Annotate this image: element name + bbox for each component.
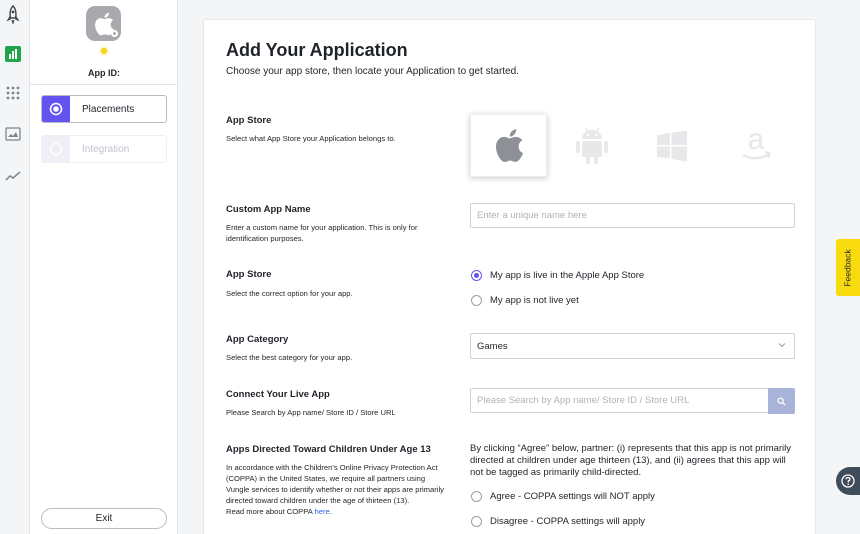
store-option-android[interactable] <box>553 114 630 177</box>
custom-name-label: Custom App Name <box>226 204 311 215</box>
feedback-label: Feedback <box>843 248 853 287</box>
add-application-card: Add Your Application Choose your app sto… <box>203 19 816 534</box>
feedback-tab[interactable]: Feedback <box>836 239 860 296</box>
radio-coppa-agree[interactable]: Agree - COPPA settings will NOT apply <box>471 491 655 502</box>
windows-icon <box>656 130 687 161</box>
step-label: Integration <box>82 143 130 155</box>
app-search-input[interactable] <box>470 388 769 413</box>
store-option-apple[interactable] <box>470 114 547 177</box>
radio-label: Disagree - COPPA settings will apply <box>490 516 646 527</box>
selected-category: Games <box>477 340 508 352</box>
coppa-desc: In accordance with the Children's Online… <box>226 463 444 505</box>
svg-text:a: a <box>747 127 764 156</box>
app-icon <box>86 6 121 41</box>
help-icon <box>841 474 855 488</box>
coppa-desc-block: In accordance with the Children's Online… <box>226 462 448 517</box>
coppa-link-suffix: . <box>329 507 332 516</box>
android-icon <box>575 126 608 164</box>
radio-label: My app is live in the Apple App Store <box>490 270 645 281</box>
rocket-icon[interactable] <box>5 5 21 25</box>
radio-label: My app is not live yet <box>490 295 579 306</box>
grid-icon[interactable] <box>5 85 21 101</box>
radio-label: Agree - COPPA settings will NOT apply <box>490 491 655 502</box>
store-option-amazon[interactable]: a <box>717 114 794 177</box>
radio-target-icon <box>49 102 63 116</box>
app-store-status-label: App Store <box>226 269 272 280</box>
exit-button[interactable]: Exit <box>41 508 167 529</box>
connect-desc: Please Search by App name/ Store ID / St… <box>226 408 396 417</box>
radio-button[interactable] <box>471 516 482 527</box>
amazon-icon: a <box>741 127 771 159</box>
image-icon[interactable] <box>5 126 21 142</box>
custom-name-desc: Enter a custom name for your application… <box>226 223 418 243</box>
coppa-statement: By clicking “Agree” below, partner: (i) … <box>470 443 792 478</box>
bar-chart-icon[interactable] <box>5 46 21 62</box>
radio-not-live[interactable]: My app is not live yet <box>471 295 579 306</box>
step-label: Placements <box>82 103 135 115</box>
coppa-link[interactable]: here <box>315 507 330 516</box>
app-store-label: App Store <box>226 115 272 126</box>
app-id-label: App ID: <box>88 68 120 78</box>
status-indicator <box>101 48 107 54</box>
radio-button[interactable] <box>471 270 482 281</box>
page-subtitle: Choose your app store, then locate your … <box>226 66 519 77</box>
chevron-down-icon <box>778 343 786 348</box>
circle-icon <box>49 142 63 156</box>
app-category-label: App Category <box>226 334 289 345</box>
trend-icon[interactable] <box>5 168 21 184</box>
setup-panel: App ID: Placements Integration Exit <box>30 0 178 534</box>
search-button[interactable] <box>768 388 795 414</box>
apple-icon <box>495 129 523 163</box>
app-store-desc: Select what App Store your Application b… <box>226 134 396 143</box>
step-placements[interactable]: Placements <box>41 95 167 123</box>
coppa-label: Apps Directed Toward Children Under Age … <box>226 444 431 455</box>
radio-coppa-disagree[interactable]: Disagree - COPPA settings will apply <box>471 516 645 527</box>
radio-button[interactable] <box>471 295 482 306</box>
gear-icon <box>110 29 119 38</box>
icon-rail <box>0 0 30 534</box>
search-icon <box>777 396 786 406</box>
app-category-select[interactable]: Games <box>470 333 795 359</box>
help-button[interactable] <box>836 467 860 495</box>
coppa-read-more: Read more about COPPA <box>226 507 315 516</box>
step-indicator <box>42 136 70 162</box>
radio-button[interactable] <box>471 491 482 502</box>
radio-live-in-store[interactable]: My app is live in the Apple App Store <box>471 270 644 281</box>
connect-label: Connect Your Live App <box>226 389 330 400</box>
custom-name-input[interactable] <box>470 203 795 228</box>
app-category-desc: Select the best category for your app. <box>226 353 353 362</box>
step-integration: Integration <box>41 135 167 163</box>
store-option-windows[interactable] <box>633 114 710 177</box>
app-store-status-desc: Select the correct option for your app. <box>226 289 353 298</box>
divider <box>30 84 178 85</box>
page-title: Add Your Application <box>226 40 408 60</box>
step-indicator <box>42 96 70 122</box>
